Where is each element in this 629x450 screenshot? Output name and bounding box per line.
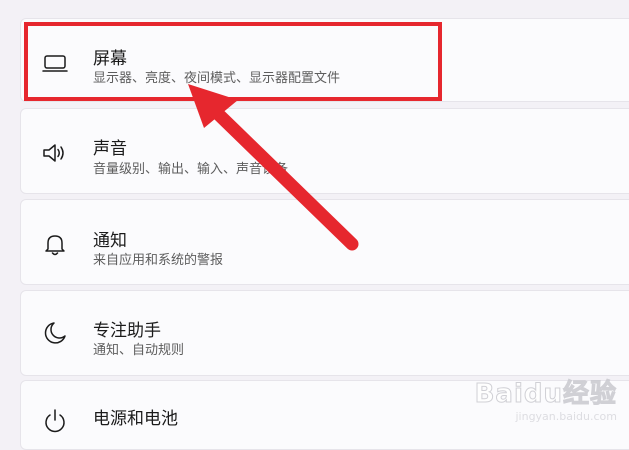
watermark-logo: Baidu经验 [474,379,617,410]
watermark-domain: jingyan.baidu.com [515,410,617,423]
bell-icon [41,230,69,258]
moon-icon [41,319,69,347]
settings-item-title: 通知 [93,231,127,251]
settings-item-subtitle: 音量级别、输出、输入、声音设备 [93,162,289,177]
speaker-icon [41,139,69,167]
settings-item-title: 声音 [93,139,127,159]
settings-item-sound[interactable]: 声音 音量级别、输出、输入、声音设备 [20,108,629,194]
settings-item-title: 专注助手 [93,321,161,341]
monitor-icon [41,49,69,77]
settings-item-title: 电源和电池 [93,409,178,429]
settings-item-subtitle: 显示器、亮度、夜间模式、显示器配置文件 [93,71,341,86]
settings-item-subtitle: 通知、自动规则 [93,343,185,358]
settings-item-display[interactable]: 屏幕 显示器、亮度、夜间模式、显示器配置文件 [20,18,629,102]
settings-item-focus-assist[interactable]: 专注助手 通知、自动规则 [20,290,629,376]
settings-item-subtitle: 来自应用和系统的警报 [93,253,224,268]
settings-item-notifications[interactable]: 通知 来自应用和系统的警报 [20,199,629,285]
power-icon [41,407,69,435]
settings-item-title: 屏幕 [93,49,127,69]
watermark: Baidu经验 jingyan.baidu.com [474,373,617,424]
